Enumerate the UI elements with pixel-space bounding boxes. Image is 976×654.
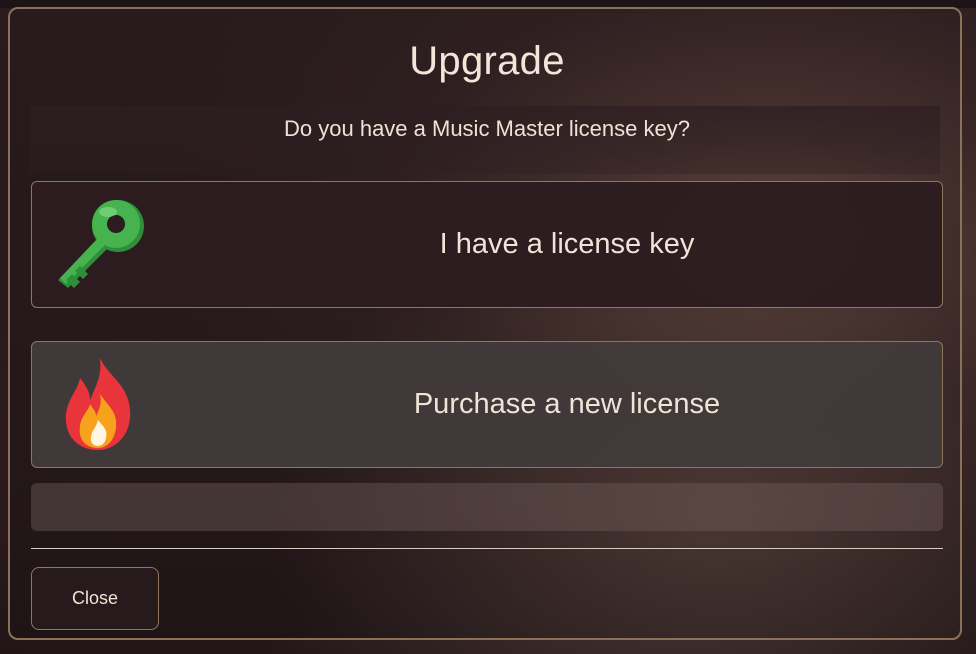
upgrade-dialog: Upgrade Do you have a Music Master licen… bbox=[8, 7, 962, 640]
close-button[interactable]: Close bbox=[31, 567, 159, 630]
purchase-license-label: Purchase a new license bbox=[413, 388, 721, 420]
have-license-key-label: I have a license key bbox=[439, 228, 695, 260]
fire-icon bbox=[65, 358, 131, 450]
purchase-license-button[interactable]: Purchase a new license bbox=[31, 341, 943, 468]
have-license-key-button[interactable]: I have a license key bbox=[31, 181, 943, 308]
key-icon bbox=[58, 200, 144, 288]
license-question: Do you have a Music Master license key? bbox=[284, 116, 690, 141]
footer-divider bbox=[31, 548, 943, 549]
empty-panel bbox=[31, 483, 943, 531]
dialog-title: Upgrade bbox=[409, 39, 565, 83]
